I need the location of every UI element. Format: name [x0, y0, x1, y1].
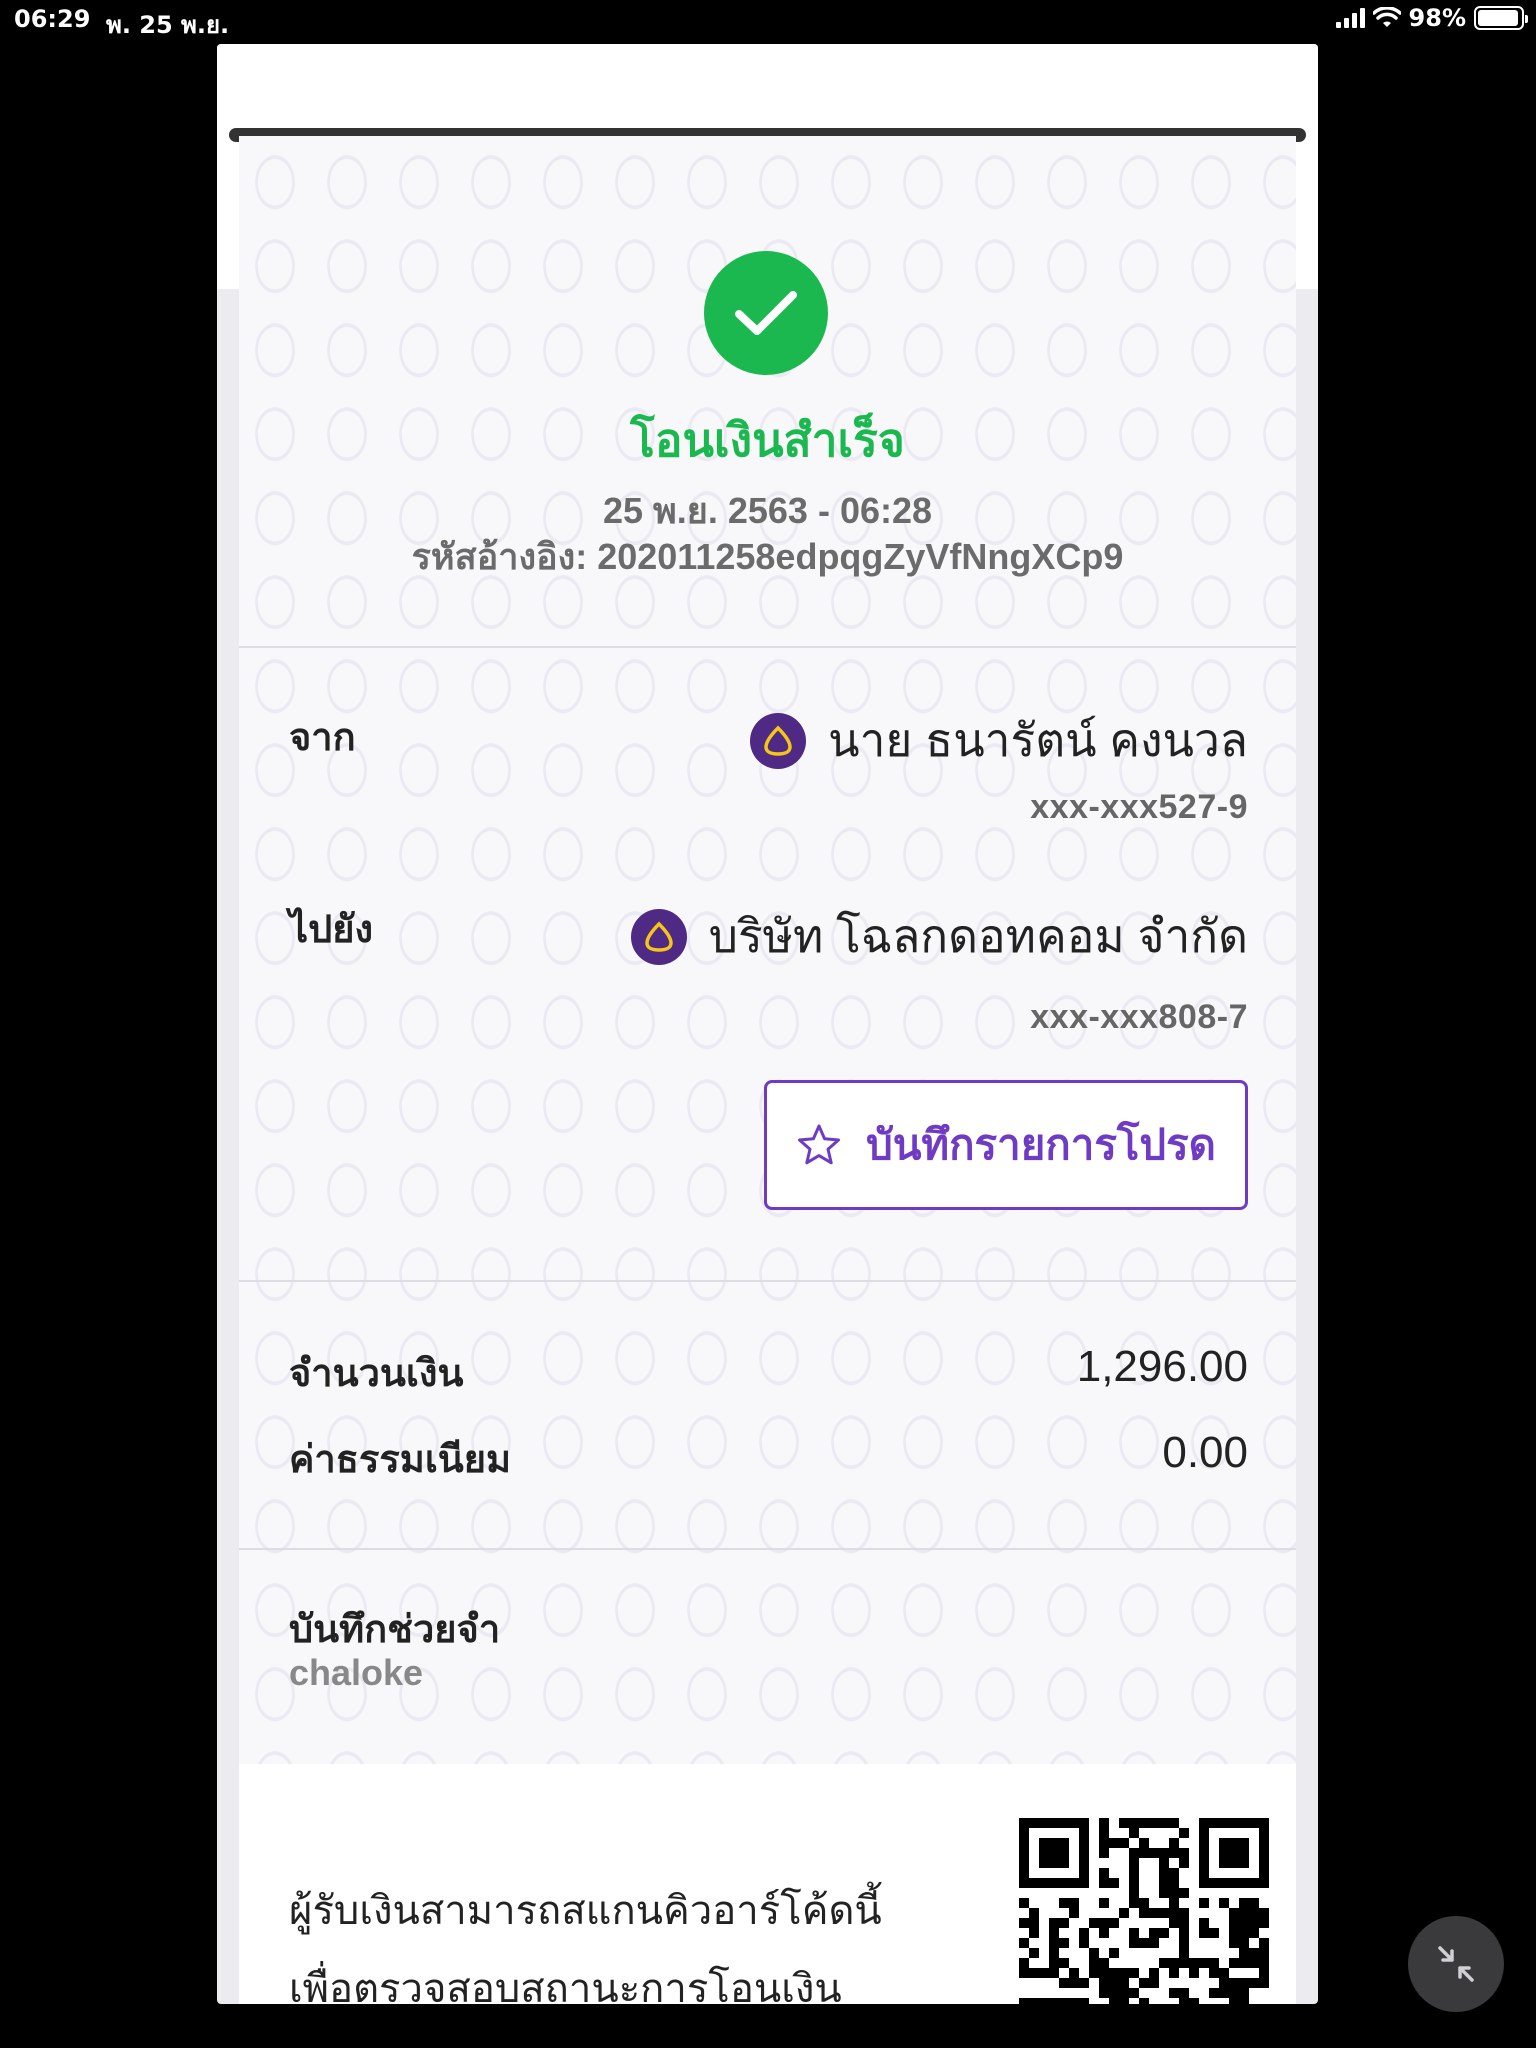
battery-percent: 98%	[1408, 4, 1466, 32]
to-party: บริษัท โฉลกดอทคอม จำกัด	[630, 900, 1248, 973]
amount-value: 1,296.00	[1076, 1342, 1248, 1391]
transfer-receipt: โอนเงินสำเร็จ 25 พ.ย. 2563 - 06:28 รหัสอ…	[239, 136, 1296, 2004]
fee-value: 0.00	[1162, 1428, 1248, 1477]
status-date: พ. 25 พ.ย.	[106, 11, 230, 39]
transfer-success-title: โอนเงินสำเร็จ	[630, 414, 905, 466]
scb-logo-icon	[630, 908, 687, 965]
fee-label: ค่าธรรมเนียม	[289, 1439, 512, 1481]
from-label: จาก	[289, 717, 356, 759]
divider	[239, 1548, 1296, 1550]
collapse-arrows-icon	[1438, 1946, 1474, 1982]
memo-label: บันทึกช่วยจำ	[289, 1609, 501, 1651]
qr-instruction-line-2: เพื่อตรวจสอบสถานะการโอนเงิน	[289, 1967, 842, 2004]
to-account-number: xxx-xxx808-7	[1030, 998, 1248, 1036]
amount-label: จำนวนเงิน	[289, 1353, 464, 1395]
save-favorite-label: บันทึกรายการโปรด	[866, 1121, 1216, 1168]
minimize-button[interactable]	[1408, 1916, 1504, 2012]
qr-code	[1019, 1818, 1269, 2004]
star-outline-icon	[798, 1124, 841, 1165]
qr-instruction-line-1: ผู้รับเงินสามารถสแกนคิวอาร์โค้ดนี้	[289, 1889, 882, 1933]
status-time: 06:29	[14, 5, 91, 33]
qr-instructions: ผู้รับเงินสามารถสแกนคิวอาร์โค้ดนี้ เพื่อ…	[289, 1872, 882, 2004]
divider	[239, 646, 1296, 648]
scb-logo-icon	[750, 712, 807, 769]
app-window: โอนเงินสำเร็จ 25 พ.ย. 2563 - 06:28 รหัสอ…	[217, 44, 1318, 2004]
from-account-number: xxx-xxx527-9	[1030, 788, 1248, 826]
status-bar: 06:29 พ. 25 พ.ย. 98%	[0, 0, 1536, 40]
reference-code: รหัสอ้างอิง: 202011258edpqgZyVfNngXCp9	[411, 536, 1124, 577]
save-favorite-button[interactable]: บันทึกรายการโปรด	[764, 1080, 1248, 1210]
check-circle-icon	[704, 251, 828, 375]
to-label: ไปยัง	[289, 909, 374, 951]
status-indicators: 98%	[1335, 4, 1528, 32]
battery-icon	[1474, 6, 1528, 30]
cellular-signal-icon	[1335, 8, 1365, 28]
to-name: บริษัท โฉลกดอทคอม จำกัด	[708, 910, 1248, 962]
qr-verification-section: ผู้รับเงินสามารถสแกนคิวอาร์โค้ดนี้ เพื่อ…	[239, 1764, 1296, 2004]
from-name: นาย ธนารัตน์ คงนวล	[828, 714, 1248, 766]
wifi-icon	[1372, 7, 1401, 27]
from-party: นาย ธนารัตน์ คงนวล	[750, 704, 1248, 777]
divider	[239, 1280, 1296, 1282]
memo-value: chaloke	[289, 1652, 424, 1693]
